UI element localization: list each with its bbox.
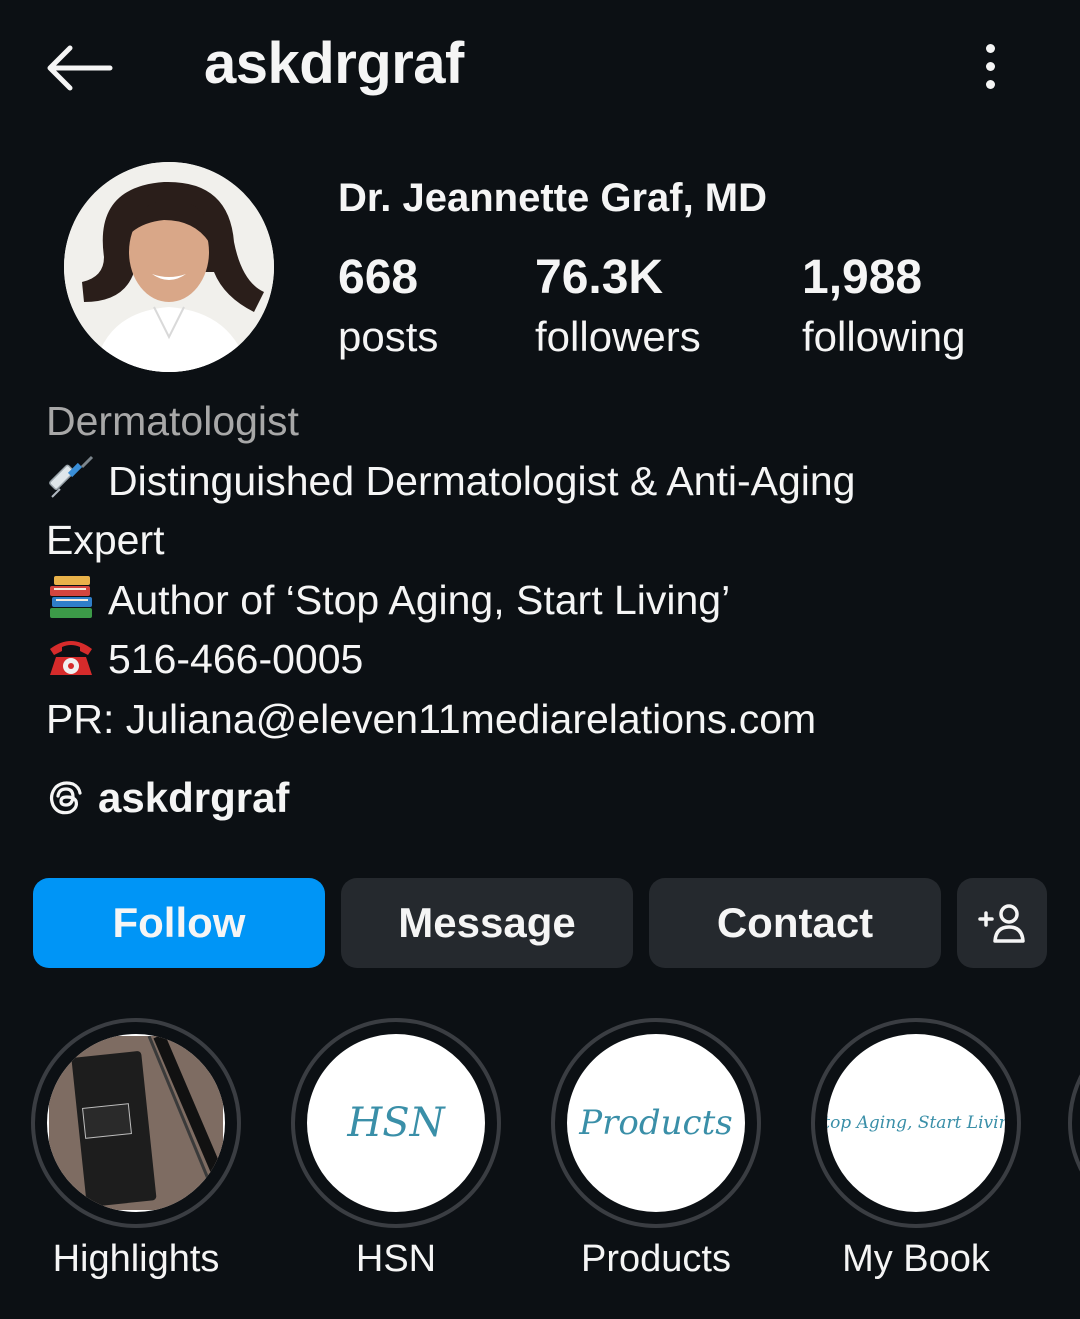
more-vertical-icon [985, 43, 995, 53]
threads-link[interactable]: askdrgraf [46, 770, 289, 826]
bio-line-2: Expert [46, 517, 165, 563]
profile-avatar[interactable] [64, 162, 274, 372]
followers-count: 76.3K [535, 251, 664, 304]
highlight-cover [47, 1034, 225, 1212]
top-bar: askdrgraf [0, 0, 1080, 130]
add-person-icon [978, 904, 1025, 943]
syringe-icon [49, 455, 94, 498]
followers-label: followers [535, 313, 701, 360]
highlight-label: My Book [842, 1238, 990, 1280]
stat-following[interactable]: 1,988 following [802, 250, 965, 368]
highlight-cover-text: Products [579, 1103, 733, 1143]
highlight-ring [31, 1018, 241, 1228]
bio-email[interactable]: PR: Juliana@eleven11mediarelations.com [46, 690, 1046, 750]
highlight-cover: Products [567, 1034, 745, 1212]
highlight-item[interactable]: HSN HSN [290, 1018, 502, 1281]
bio-line-3: Author of ‘Stop Aging, Start Living’ [108, 576, 731, 623]
bio: Dermatologist Distinguished Dermatologis… [46, 392, 1046, 749]
highlight-cover: Stop Aging, Start Living [827, 1034, 1005, 1212]
stat-posts[interactable]: 668 posts [338, 250, 438, 368]
message-button[interactable]: Message [341, 878, 633, 968]
highlight-ring: HSN [291, 1018, 501, 1228]
highlight-ring: Products [551, 1018, 761, 1228]
highlight-cover-text: HSN [347, 1100, 445, 1146]
more-options-button[interactable] [968, 36, 1012, 96]
highlight-item[interactable]: Highlights [30, 1018, 242, 1281]
highlight-label: Products [581, 1238, 731, 1280]
bio-line: Author of ‘Stop Aging, Start Living’ [46, 571, 1046, 631]
books-icon [50, 575, 92, 618]
highlight-ring: Stop Aging, Start Living [811, 1018, 1021, 1228]
bio-phone[interactable]: 516-466-0005 [108, 636, 363, 682]
bio-line: Distinguished Dermatologist & Anti-Aging [46, 452, 1046, 512]
posts-count: 668 [338, 251, 419, 304]
highlight-cover: HSN [307, 1034, 485, 1212]
highlight-ring [1068, 1018, 1080, 1228]
bio-line-1: Distinguished Dermatologist & Anti-Aging [108, 457, 856, 504]
avatar-photo [64, 162, 274, 372]
threads-username: askdrgraf [98, 774, 290, 821]
follow-button[interactable]: Follow [33, 878, 325, 968]
highlight-cover-text: Stop Aging, Start Living [827, 1113, 1005, 1133]
bio-line: 516-466-0005 [46, 630, 1046, 690]
back-button[interactable] [40, 38, 116, 98]
full-name: Dr. Jeannette Graf, MD [338, 176, 768, 220]
posts-label: posts [338, 313, 439, 360]
threads-icon [49, 781, 82, 815]
stat-followers[interactable]: 76.3K followers [535, 250, 701, 368]
category-label: Dermatologist [46, 398, 299, 444]
following-label: following [802, 313, 966, 360]
highlight-label: HSN [355, 1238, 437, 1280]
suggested-users-button[interactable] [957, 878, 1047, 968]
highlight-item-partial[interactable] [1068, 1018, 1080, 1228]
highlight-label: Highlights [52, 1238, 220, 1280]
profile-page: askdrgraf Dr. Jeannette Graf, MD 668 pos… [0, 0, 1080, 1319]
highlight-item[interactable]: Products Products [550, 1018, 762, 1281]
following-count: 1,988 [802, 251, 923, 304]
username-title: askdrgraf [204, 31, 464, 96]
highlight-item[interactable]: Stop Aging, Start Living My Book [810, 1018, 1022, 1281]
product-photo [49, 1036, 223, 1210]
arrow-left-icon [47, 45, 113, 91]
telephone-icon [50, 641, 92, 675]
contact-button[interactable]: Contact [649, 878, 941, 968]
